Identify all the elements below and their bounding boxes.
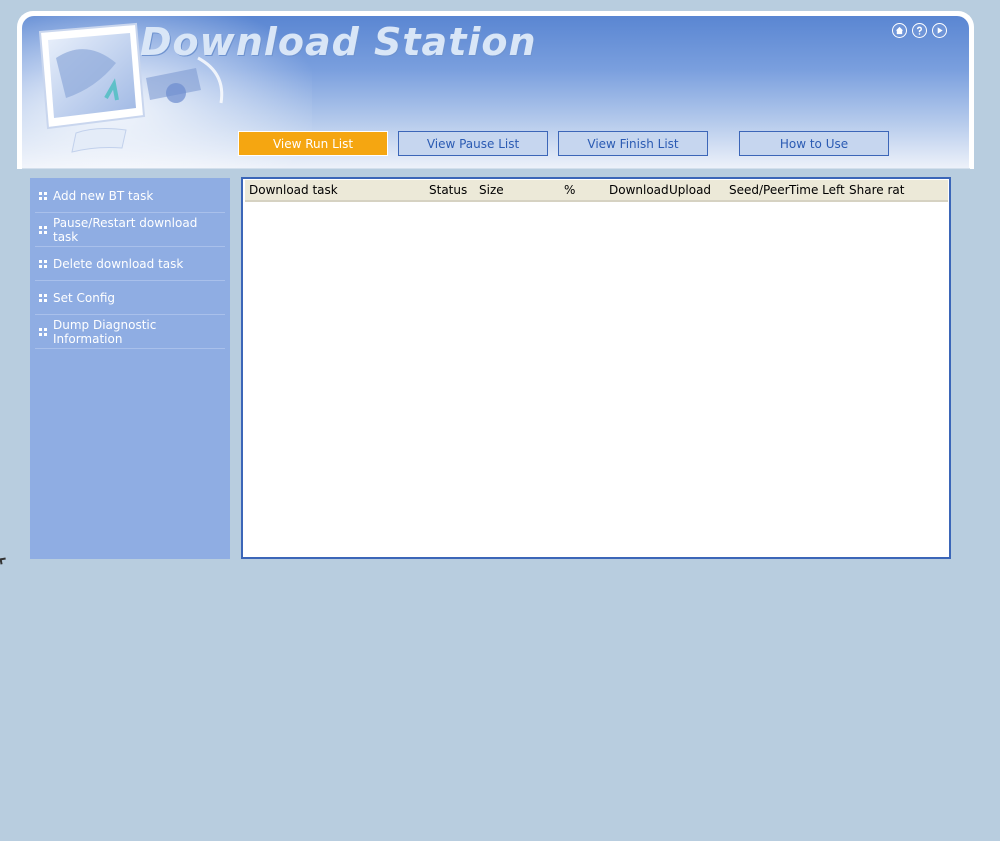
sidebar-item-dump-diagnostic[interactable]: Dump Diagnostic Information	[35, 315, 225, 349]
bullet-icon	[39, 327, 47, 336]
column-header-size[interactable]: Size	[479, 183, 504, 197]
view-finish-list-button[interactable]: View Finish List	[558, 131, 708, 156]
sidebar: Add new BT task Pause/Restart download t…	[30, 178, 230, 559]
bullet-icon	[39, 191, 47, 200]
help-icon[interactable]	[912, 23, 927, 38]
header-banner: Download Station View Run List View Paus…	[17, 11, 974, 169]
app-title: Download Station	[140, 20, 537, 64]
how-to-use-button[interactable]: How to Use	[739, 131, 889, 156]
task-table-header: Download task Status Size % Download Upl…	[245, 180, 948, 202]
bullet-icon	[39, 259, 47, 268]
sidebar-item-label: Delete download task	[53, 256, 184, 271]
view-pause-list-button[interactable]: View Pause List	[398, 131, 548, 156]
column-header-time-left[interactable]: Time Left	[789, 183, 845, 197]
column-header-upload[interactable]: Upload	[669, 183, 711, 197]
column-header-percent[interactable]: %	[564, 183, 575, 197]
top-icon-group	[892, 23, 947, 38]
column-header-status[interactable]: Status	[429, 183, 467, 197]
home-icon[interactable]	[892, 23, 907, 38]
column-header-download-task[interactable]: Download task	[249, 183, 338, 197]
view-run-list-button[interactable]: View Run List	[238, 131, 388, 156]
header-background: Download Station View Run List View Paus…	[22, 16, 969, 169]
sidebar-item-label: Add new BT task	[53, 188, 154, 203]
column-header-download[interactable]: Download	[609, 183, 669, 197]
task-list-panel: Download task Status Size % Download Upl…	[241, 177, 951, 559]
sidebar-item-label: Dump Diagnostic Information	[53, 317, 157, 346]
sidebar-item-set-config[interactable]: Set Config	[35, 281, 225, 315]
header-divider	[22, 168, 970, 169]
sidebar-item-label: Pause/Restart download task	[53, 215, 198, 244]
sidebar-item-pause-restart[interactable]: Pause/Restart download task	[35, 213, 225, 247]
mouse-cursor-icon	[0, 557, 7, 565]
sidebar-item-label: Set Config	[53, 290, 116, 305]
column-header-seed-peer[interactable]: Seed/Peer	[729, 183, 790, 197]
sidebar-item-add-bt-task[interactable]: Add new BT task	[35, 179, 225, 213]
bullet-icon	[39, 293, 47, 302]
column-header-share-ratio[interactable]: Share rat	[849, 183, 904, 197]
sidebar-item-delete-task[interactable]: Delete download task	[35, 247, 225, 281]
play-icon[interactable]	[932, 23, 947, 38]
bullet-icon	[39, 225, 47, 234]
